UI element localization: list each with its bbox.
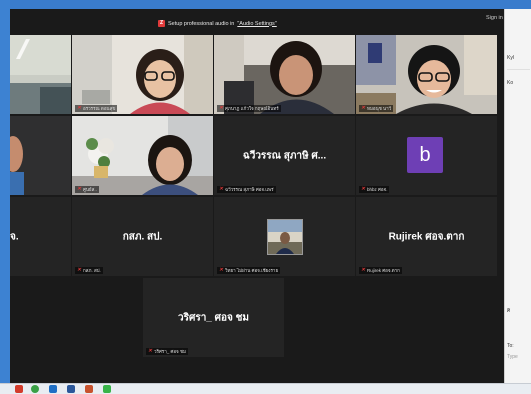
participant-name: ฉวีวรรณ สุภาษิ ศอจ.แพร่: [225, 187, 274, 192]
participant-display-name: ฉวีวรรณ สุภาษิ ศ...: [242, 150, 327, 161]
participant-name-label: ✕ Rujirek ศอจ.ตาก: [359, 267, 402, 274]
participant-name-label: ✕ อรวรรณ ตอนสุข: [75, 105, 118, 112]
participant-tile[interactable]: กสภ. สป. ✕ กสภ. สป.: [72, 197, 213, 276]
muted-mic-icon: ✕: [219, 105, 224, 111]
participant-name-label: ✕ ศุภนาฏ แก้วใจ กฤษณ์อินทร์: [217, 105, 281, 112]
participant-display-name: กสภ. สป.: [122, 231, 163, 242]
participant-profile-picture: [267, 219, 303, 255]
participant-video: [214, 35, 355, 114]
participant-name: วิทยา ไม่ผ่าน ศอจ.เชียงราย: [225, 268, 279, 273]
participant-name: อรวรรณ ตอนสุข: [83, 106, 116, 111]
sign-in-link[interactable]: Sign in: [486, 15, 503, 21]
muted-mic-icon: ✕: [219, 267, 224, 273]
participant-name-label: ✕ กสภ. สป.: [75, 267, 103, 274]
participant-name: ศุภนาฏ แก้วใจ กฤษณ์อินทร์: [225, 106, 279, 111]
participant-tile[interactable]: ✕ ศูนย์ส..: [72, 116, 213, 195]
participant-name: Rujirek ศอจ.ตาก: [367, 268, 400, 273]
start-icon[interactable]: [15, 385, 23, 393]
audio-settings-link[interactable]: "Audio Settings": [237, 21, 276, 27]
chrome-icon[interactable]: [31, 385, 39, 393]
participant-tile[interactable]: จ.: [10, 197, 71, 276]
participant-name-label: ✕ ฉวีวรรณ สุภาษิ ศอจ.แพร่: [217, 186, 276, 193]
zoom-meeting-window: Z Setup professional audio in "Audio Set…: [10, 9, 504, 383]
chat-entry[interactable]: ศิ: [507, 307, 510, 315]
participant-tile[interactable]: ฉวีวรรณ สุภาษิ ศ... ✕ ฉวีวรรณ สุภาษิ ศอจ…: [214, 116, 355, 195]
word-icon[interactable]: [67, 385, 75, 393]
window-frame-left: [0, 0, 10, 393]
participant-display-name: วริศรา_ ศอจ ชม: [177, 312, 250, 323]
outlook-icon[interactable]: [49, 385, 57, 393]
participant-name: วริศรา_ ศอจ ชม: [154, 349, 186, 354]
participant-name: หมอนุช นาวี: [367, 106, 392, 111]
participant-tile[interactable]: ✕ ศุภนาฏ แก้วใจ กฤษณ์อินทร์: [214, 35, 355, 114]
participant-video: [72, 116, 213, 195]
line-icon[interactable]: [103, 385, 111, 393]
chat-to-label: To:: [507, 343, 514, 349]
muted-mic-icon: ✕: [148, 348, 153, 354]
participant-name-label: ✕ วริศรา_ ศอจ ชม: [146, 348, 188, 355]
participant-tile[interactable]: b ✕ bhbz ศอจ.: [356, 116, 497, 195]
participant-name-label: ✕ วิทยา ไม่ผ่าน ศอจ.เชียงราย: [217, 267, 281, 274]
chat-divider: [507, 69, 530, 70]
muted-mic-icon: ✕: [361, 267, 366, 273]
participant-video: [72, 35, 213, 114]
participant-tile[interactable]: ✕ วิทยา ไม่ผ่าน ศอจ.เชียงราย: [214, 197, 355, 276]
chat-side-panel: Kyl Ko ศิ To: Type: [504, 9, 531, 383]
participant-display-name: Rujirek ศอจ.ตาก: [388, 231, 465, 242]
muted-mic-icon: ✕: [77, 186, 82, 192]
muted-mic-icon: ✕: [361, 105, 366, 111]
zoom-logo-icon: Z: [158, 20, 165, 27]
participant-name-label: ✕ bhbz ศอจ.: [359, 186, 390, 193]
powerpoint-icon[interactable]: [85, 385, 93, 393]
participant-tile[interactable]: [10, 35, 71, 114]
participant-video: [10, 116, 71, 195]
participant-tile[interactable]: Rujirek ศอจ.ตาก ✕ Rujirek ศอจ.ตาก: [356, 197, 497, 276]
participant-name: bhbz ศอจ.: [367, 187, 388, 192]
participant-display-name: จ.: [10, 231, 19, 242]
participant-video: [356, 35, 497, 114]
window-frame-top: [0, 0, 531, 9]
participant-video: [10, 35, 71, 114]
muted-mic-icon: ✕: [219, 186, 224, 192]
participant-name-label: ✕ ศูนย์ส..: [75, 186, 99, 193]
chat-message-input[interactable]: Type: [507, 354, 518, 360]
windows-taskbar: [0, 383, 531, 394]
banner-text: Setup professional audio in: [168, 20, 235, 27]
participant-tile[interactable]: ✕ หมอนุช นาวี: [356, 35, 497, 114]
chat-entry[interactable]: Kyl: [507, 55, 514, 61]
participant-name: ศูนย์ส..: [83, 187, 97, 192]
participant-name: กสภ. สป.: [83, 268, 101, 273]
participant-name-label: ✕ หมอนุช นาวี: [359, 105, 394, 112]
muted-mic-icon: ✕: [361, 186, 366, 192]
participant-tile-active-speaker[interactable]: [10, 116, 71, 195]
participant-tile[interactable]: ✕ อรวรรณ ตอนสุข: [72, 35, 213, 114]
muted-mic-icon: ✕: [77, 267, 82, 273]
audio-setup-banner[interactable]: Z Setup professional audio in "Audio Set…: [158, 20, 277, 27]
muted-mic-icon: ✕: [77, 105, 82, 111]
chat-entry[interactable]: Ko: [507, 80, 513, 86]
participant-tile[interactable]: วริศรา_ ศอจ ชม ✕ วริศรา_ ศอจ ชม: [143, 278, 284, 357]
participant-avatar: b: [407, 137, 443, 173]
